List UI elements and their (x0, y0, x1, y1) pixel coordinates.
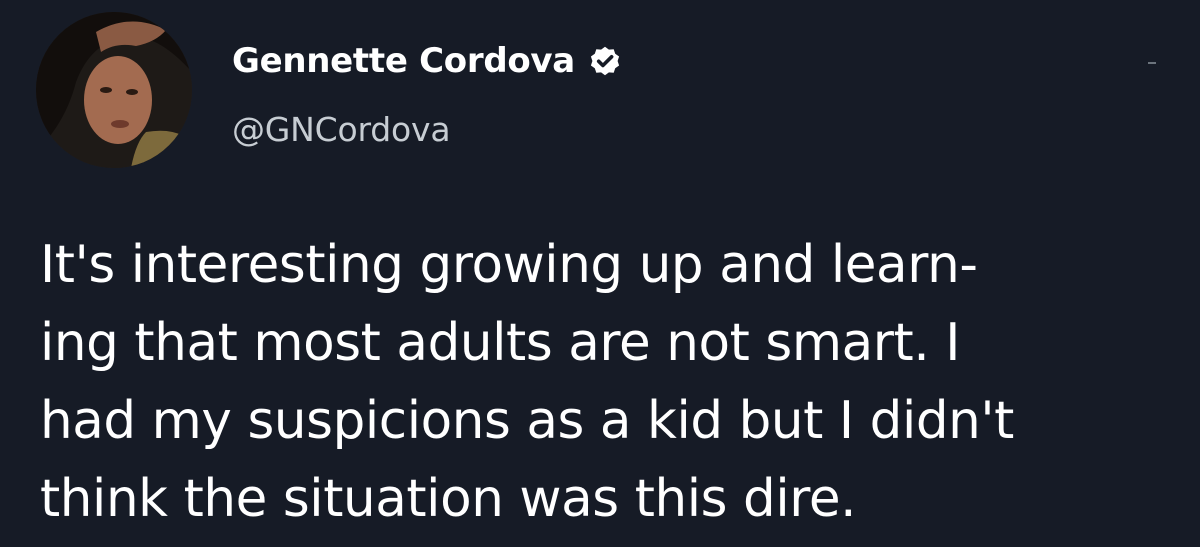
avatar-photo-icon (36, 12, 192, 168)
author-name-row: Gennette Cordova (232, 36, 623, 86)
tweet-text: It's interesting growing up and learn- i… (40, 226, 1180, 538)
tweet-text-line: think the situation was this dire. (40, 469, 857, 529)
tweet-card: Gennette Cordova @GNCordova It's interes… (0, 0, 1200, 547)
verified-badge-icon (590, 46, 620, 76)
author-display-name[interactable]: Gennette Cordova (232, 41, 575, 81)
more-options-icon[interactable] (1148, 62, 1156, 64)
tweet-text-line: It's interesting growing up and learn- (40, 235, 978, 295)
author-avatar[interactable] (36, 12, 192, 168)
tweet-text-line: ing that most adults are not smart. I (40, 313, 961, 373)
author-handle[interactable]: @GNCordova (232, 110, 451, 149)
tweet-text-line: had my suspicions as a kid but I didn't (40, 391, 1014, 451)
